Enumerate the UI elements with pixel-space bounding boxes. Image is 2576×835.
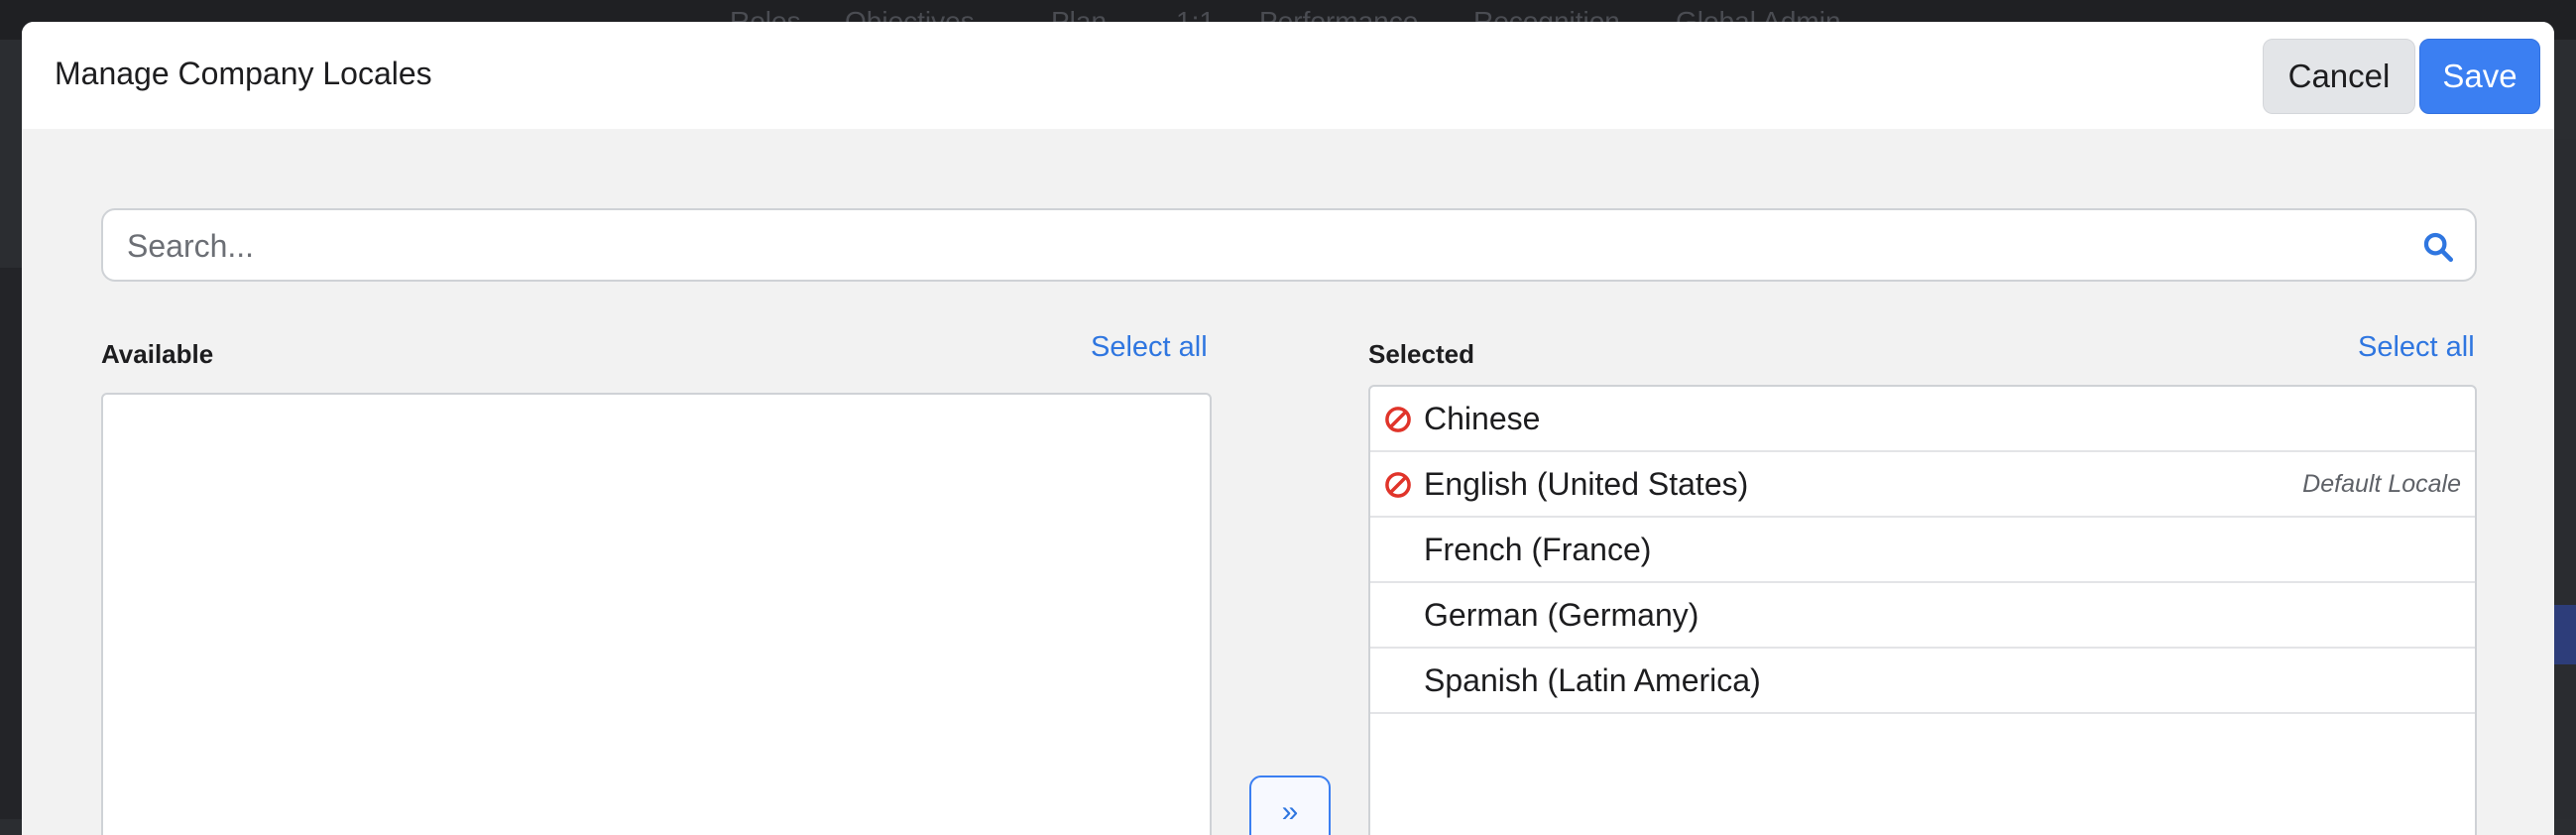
search-box (101, 208, 2477, 282)
available-label: Available (101, 339, 214, 369)
list-item-label: Chinese (1424, 400, 1541, 436)
selected-select-all-link[interactable]: Select all (2358, 331, 2475, 364)
background-right-button (2554, 605, 2576, 664)
selected-list[interactable]: Chinese English (United States) Default … (1368, 385, 2477, 835)
search-input[interactable] (125, 210, 2409, 282)
manage-locales-modal: Manage Company Locales Cancel Save Avail… (22, 22, 2554, 835)
list-item-label: German (Germany) (1424, 596, 1699, 633)
list-item[interactable]: German (Germany) (1370, 583, 2475, 649)
modal-title: Manage Company Locales (55, 56, 432, 91)
search-icon[interactable] (2421, 230, 2455, 264)
list-item[interactable]: Spanish (Latin America) (1370, 649, 2475, 714)
list-item[interactable]: French (France) (1370, 518, 2475, 583)
cancel-button[interactable]: Cancel (2263, 39, 2415, 114)
list-item[interactable]: English (United States) Default Locale (1370, 452, 2475, 518)
background-right-panel (2554, 139, 2576, 819)
default-locale-badge: Default Locale (2302, 469, 2461, 498)
blocked-icon (1385, 472, 1411, 498)
list-item-label: English (United States) (1424, 465, 1749, 502)
move-right-button[interactable]: » (1249, 775, 1331, 835)
save-button[interactable]: Save (2419, 39, 2540, 114)
background-sidebar (0, 268, 22, 819)
available-select-all-link[interactable]: Select all (1091, 331, 1208, 364)
list-item-label: French (France) (1424, 531, 1652, 567)
modal-header: Manage Company Locales Cancel Save (22, 22, 2554, 129)
list-item-label: Spanish (Latin America) (1424, 661, 1761, 698)
list-item[interactable]: Chinese (1370, 387, 2475, 452)
available-list[interactable] (101, 393, 1212, 835)
selected-label: Selected (1368, 339, 1474, 369)
blocked-icon (1385, 407, 1411, 432)
